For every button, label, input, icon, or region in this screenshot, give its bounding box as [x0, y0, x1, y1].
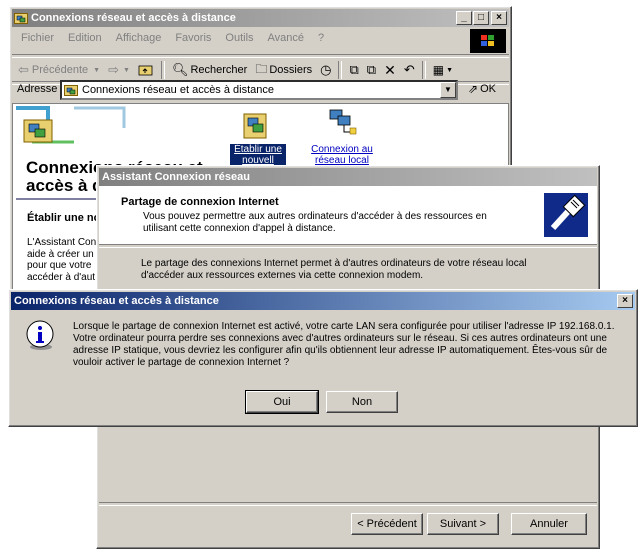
information-icon	[26, 320, 54, 350]
folder-banner-graphic	[16, 106, 126, 144]
menu-affichage[interactable]: Affichage	[109, 32, 169, 44]
views-button[interactable]: ▦ ▼	[429, 59, 457, 81]
wizard-footer-separator	[99, 502, 597, 506]
back-button[interactable]: ⇦ Précédente ▼	[14, 59, 104, 81]
make-new-connection-icon[interactable]	[242, 112, 270, 140]
up-folder-icon	[138, 65, 153, 76]
go-button[interactable]: ⇗ OK	[468, 82, 496, 96]
wizard-back-button[interactable]: < Précédent	[351, 513, 423, 535]
windows-flag-icon	[481, 35, 494, 46]
network-folder-icon	[64, 85, 78, 96]
copy-to-icon: ⧉	[366, 62, 377, 77]
lan-connection-label[interactable]: Connexion au réseau local	[306, 144, 378, 166]
delete-button[interactable]: ✕	[380, 59, 400, 81]
dialog-message: Lorsque le partage de connexion Internet…	[73, 321, 615, 368]
network-folder-icon	[14, 13, 28, 24]
folders-button[interactable]: 🗀 Dossiers	[251, 59, 316, 81]
lan-connection-icon[interactable]	[326, 108, 358, 138]
windows-logo	[470, 29, 506, 53]
wizard-header-text: Vous pouvez permettre aux autres ordinat…	[143, 211, 487, 234]
section-title: Établir une no	[27, 212, 101, 224]
delete-icon: ✕	[384, 61, 396, 78]
wizard-header-separator	[99, 244, 597, 248]
dialog-close-button[interactable]: ×	[617, 294, 633, 308]
menu-avance[interactable]: Avancé	[261, 32, 312, 44]
menu-bar: Fichier Edition Affichage Favoris Outils…	[14, 29, 331, 47]
up-folder-button[interactable]	[134, 59, 158, 81]
move-to-button[interactable]: ⧉	[345, 59, 362, 81]
history-button[interactable]: ◷	[316, 59, 335, 81]
close-button[interactable]: ×	[491, 11, 507, 25]
toolbar: ⇦ Précédente ▼ ⇨ ▼ 🔍︎ Rechercher 🗀 Dossi…	[14, 59, 457, 81]
section-text: L'Assistant Con aide à créer un pour que…	[27, 237, 97, 283]
wizard-titlebar[interactable]: Assistant Connexion réseau	[99, 168, 597, 186]
network-cable-icon	[544, 193, 588, 237]
move-to-icon: ⧉	[349, 62, 359, 77]
folders-icon: 🗀	[255, 61, 268, 76]
copy-to-button[interactable]: ⧉	[363, 59, 380, 81]
search-button[interactable]: 🔍︎ Rechercher	[168, 59, 251, 81]
wizard-body-text: Le partage des connexions Internet perme…	[141, 258, 527, 281]
chevron-down-icon: ▼	[123, 66, 130, 74]
yes-button[interactable]: Oui	[245, 390, 319, 414]
dialog-title: Connexions réseau et accès à distance	[14, 295, 219, 307]
make-new-connection-label[interactable]: Établir une nouvell	[230, 144, 286, 166]
wizard-title: Assistant Connexion réseau	[102, 171, 250, 183]
address-dropdown-button[interactable]: ▼	[440, 82, 456, 98]
menu-fichier[interactable]: Fichier	[14, 32, 61, 44]
chevron-down-icon: ▼	[93, 66, 101, 74]
wizard-cancel-button[interactable]: Annuler	[511, 513, 587, 535]
explorer-titlebar[interactable]: Connexions réseau et accès à distance _ …	[12, 9, 509, 27]
menu-edition[interactable]: Edition	[61, 32, 109, 44]
undo-icon: ↶	[403, 62, 415, 77]
address-label: Adresse	[17, 83, 58, 95]
menu-separator	[12, 54, 509, 58]
forward-arrow-icon: ⇨	[108, 62, 120, 77]
address-value: Connexions réseau et accès à distance	[82, 84, 275, 96]
minimize-button[interactable]: _	[456, 11, 472, 25]
wizard-header-title: Partage de connexion Internet	[121, 196, 279, 208]
history-icon: ◷	[320, 62, 332, 77]
dialog-titlebar[interactable]: Connexions réseau et accès à distance ×	[11, 292, 635, 310]
search-icon: 🔍︎	[171, 62, 189, 77]
menu-help[interactable]: ?	[311, 32, 331, 44]
chevron-down-icon: ▼	[446, 66, 453, 74]
menu-favoris[interactable]: Favoris	[168, 32, 218, 44]
menu-outils[interactable]: Outils	[218, 32, 260, 44]
go-arrow-icon: ⇗	[468, 82, 479, 96]
confirm-dialog: Connexions réseau et accès à distance × …	[8, 289, 638, 427]
no-button[interactable]: Non	[326, 391, 398, 413]
wizard-header: Partage de connexion Internet Vous pouve…	[99, 186, 597, 244]
wizard-next-button[interactable]: Suivant >	[427, 513, 499, 535]
forward-button[interactable]: ⇨ ▼	[104, 59, 134, 81]
undo-button[interactable]: ↶	[400, 59, 419, 81]
back-arrow-icon: ⇦	[18, 62, 29, 77]
views-icon: ▦	[432, 63, 445, 77]
maximize-button[interactable]: □	[473, 11, 489, 25]
explorer-title: Connexions réseau et accès à distance	[31, 12, 236, 24]
address-input[interactable]: Connexions réseau et accès à distance ▼	[60, 80, 458, 100]
